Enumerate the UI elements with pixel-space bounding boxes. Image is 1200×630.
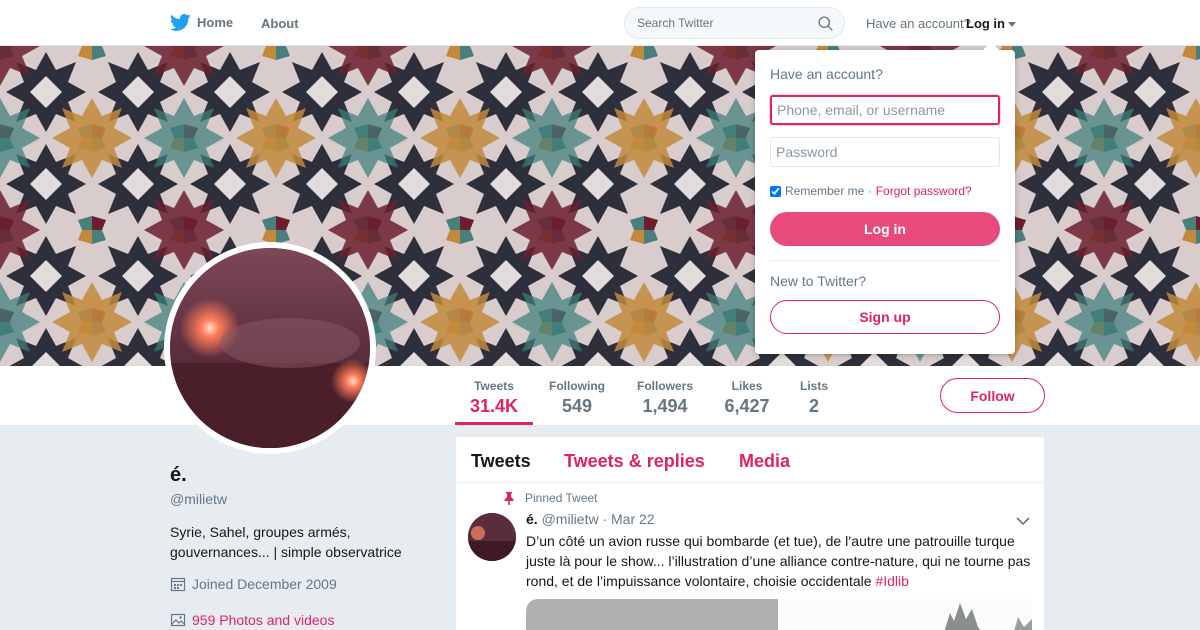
stat-lists[interactable]: Lists 2 [796,379,832,417]
follow-button[interactable]: Follow [940,378,1045,413]
stat-label: Likes [731,379,763,393]
search-icon[interactable] [817,15,834,32]
forgot-password-link[interactable]: Forgot password? [876,184,972,198]
tweet-media-right[interactable] [782,599,1032,630]
stat-likes[interactable]: Likes 6,427 [722,379,772,417]
stat-following[interactable]: Following 549 [546,379,608,417]
login-menu-label: Log in [966,16,1005,31]
profile-bio: Syrie, Sahel, groupes armés, gouvernance… [170,524,402,560]
remember-me-label: Remember me · [785,184,872,198]
tweet-body: D’un côté un avion russe qui bombarde (e… [526,533,1031,589]
login-menu-toggle[interactable]: Log in [966,16,1016,31]
profile-avatar[interactable] [164,242,376,454]
tweet-media-left[interactable] [526,599,778,630]
stat-label: Tweets [474,379,514,393]
active-tab-indicator [455,422,533,425]
login-dropdown: Have an account? Remember me · Forgot pa… [755,42,1015,354]
avatar-photo [170,248,370,448]
tweet-text: D’un côté un avion russe qui bombarde (e… [526,531,1036,591]
nav-home-link[interactable]: Home [170,12,233,33]
caret-down-icon [1008,21,1016,27]
tweet-hashtag[interactable]: #Idlib [875,573,908,589]
stat-value: 6,427 [724,396,770,416]
password-field[interactable] [770,137,1000,167]
dropdown-title: Have an account? [770,66,883,82]
tweet-author-handle[interactable]: @milietw [542,511,599,527]
timeline-tabs: Tweets Tweets & replies Media [456,437,1044,483]
photos-and-videos-link[interactable]: 959 Photos and videos [170,612,334,628]
photos-text: 959 Photos and videos [192,612,335,628]
top-navigation-bar: Home About Have an account? Log in [0,0,1200,46]
login-button[interactable]: Log in [770,212,1000,246]
pin-icon [504,492,514,505]
image-icon [170,613,186,627]
stat-label: Followers [636,379,693,393]
timeline: Tweets Tweets & replies Media Pinned Twe… [456,437,1044,630]
twitter-bird-icon [170,14,191,31]
stat-tweets[interactable]: Tweets 31.4K [470,379,518,417]
remember-me-row: Remember me · Forgot password? [770,184,972,198]
stat-label: Following [549,379,605,393]
chevron-down-icon[interactable] [1016,516,1030,526]
search-box [624,7,845,39]
stat-value: 1,494 [642,396,688,416]
tab-media[interactable]: Media [739,451,790,472]
tab-tweets[interactable]: Tweets [471,451,531,472]
stat-value: 549 [561,396,593,416]
dropdown-divider [770,260,1000,261]
stat-label: Lists [799,379,828,393]
stat-value: 31.4K [470,396,519,416]
stat-followers[interactable]: Followers 1,494 [634,379,696,417]
tweet-date[interactable]: · Mar 22 [602,511,654,527]
signup-button[interactable]: Sign up [770,300,1000,334]
tweet-header: é. @milietw · Mar 22 [526,511,655,527]
nav-home-label: Home [197,15,234,30]
nav-about-link[interactable]: About [261,16,299,31]
calendar-icon [170,577,186,592]
pinned-label: Pinned Tweet [525,491,598,505]
search-input[interactable] [637,16,817,30]
new-to-twitter-text: New to Twitter? [770,273,867,289]
have-account-text: Have an account? [866,16,971,31]
tweet-avatar-photo [468,513,516,561]
joined-text: Joined December 2009 [192,576,337,592]
dropdown-arrow [983,42,999,50]
username-field[interactable] [770,95,1000,125]
remember-me-checkbox[interactable] [770,185,781,197]
tweet-author-name[interactable]: é. [526,511,538,527]
tweet-media-trees [944,603,1032,630]
profile-joined-date: Joined December 2009 [170,576,337,592]
profile-name: é. [170,464,187,486]
tab-tweets-and-replies[interactable]: Tweets & replies [564,451,705,472]
stat-value: 2 [808,396,819,416]
tweet-author-avatar[interactable] [468,513,516,561]
profile-handle: @milietw [170,491,227,507]
